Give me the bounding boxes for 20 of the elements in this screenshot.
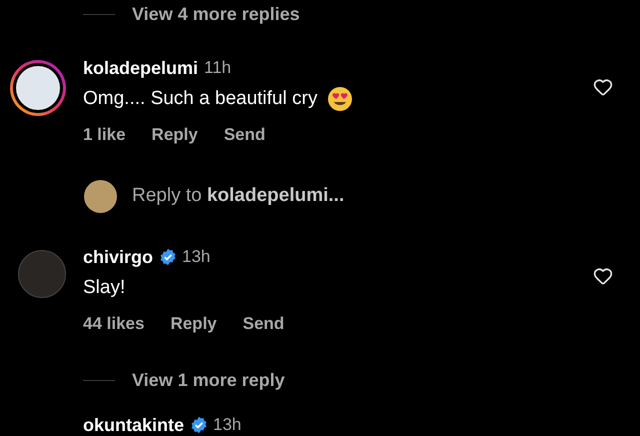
comment-time: 11h [204, 57, 232, 80]
like-heart-icon[interactable] [593, 77, 613, 97]
username[interactable]: okuntakinte [83, 412, 184, 436]
comment-time: 13h [213, 414, 242, 436]
like-heart-icon[interactable] [593, 266, 613, 286]
reply-prompt[interactable]: Reply to koladepelumi... [132, 182, 344, 210]
username[interactable]: koladepelumi [83, 54, 198, 82]
comment-text: Omg.... Such a beautiful cry [83, 86, 318, 111]
avatar [84, 180, 117, 212]
likes-count[interactable]: 1 like [83, 122, 126, 148]
comment-action-button[interactable]: Reply [170, 311, 217, 337]
view-replies-link[interactable]: View 4 more replies [132, 0, 300, 28]
likes-count[interactable]: 44 likes [83, 311, 144, 337]
comment-text: Slay! [83, 276, 126, 300]
username[interactable]: chivirgo [83, 244, 154, 270]
comment-action-button[interactable]: Send [224, 122, 266, 148]
comment-time: 13h [182, 246, 210, 268]
view-replies-link[interactable]: View 1 more reply [132, 366, 285, 394]
comment-action-button[interactable]: Reply [152, 122, 198, 148]
comment-action-button[interactable]: Send [242, 311, 284, 337]
